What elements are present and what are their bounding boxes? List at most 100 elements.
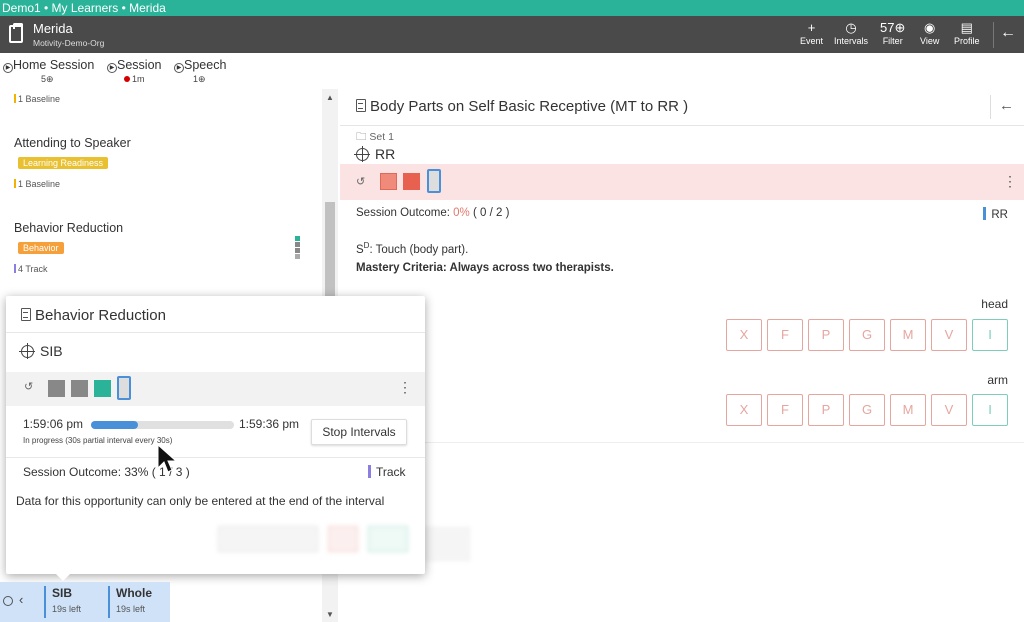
filter-button[interactable]: 57⊕ Filter xyxy=(880,20,905,46)
filter-count: 57 xyxy=(880,20,895,35)
baseline-tag: 1 Baseline xyxy=(14,179,60,189)
phone-icon[interactable] xyxy=(427,169,441,193)
prompt-button-head-f[interactable]: F xyxy=(767,319,803,351)
trial-square[interactable] xyxy=(380,173,397,190)
popup-target: SIB xyxy=(19,343,63,359)
more-options-icon[interactable]: ⋮ xyxy=(398,379,412,396)
popup-history-bar: ↺ ⋮ xyxy=(6,372,425,406)
goal-behavior-reduction[interactable]: Behavior Reduction xyxy=(14,221,123,235)
trial-square[interactable] xyxy=(94,380,111,397)
window-title: Demo1 • My Learners • Merida xyxy=(0,0,1024,16)
document-icon xyxy=(21,308,31,321)
prompt-button-arm-i[interactable]: I xyxy=(972,394,1008,426)
back-arrow-icon[interactable]: ← xyxy=(999,97,1014,114)
tab-home-session[interactable]: ▶ Home Session 5⊕ xyxy=(3,58,94,84)
prompt-button-head-m[interactable]: M xyxy=(890,319,926,351)
scroll-up-icon[interactable]: ▲ xyxy=(326,93,334,102)
mini-data-bar xyxy=(295,236,300,260)
eye-icon: ◉ xyxy=(924,20,936,35)
blurred-button xyxy=(328,526,358,552)
prompt-button-arm-f[interactable]: F xyxy=(767,394,803,426)
prompt-button-arm-x[interactable]: X xyxy=(726,394,762,426)
interval-status: In progress (30s partial interval every … xyxy=(23,436,173,445)
timer-icon: ◷ xyxy=(845,20,857,35)
tab-session[interactable]: ▶ Session 1m xyxy=(107,58,161,84)
prompt-button-head-v[interactable]: V xyxy=(931,319,967,351)
discriminative-stimulus: SD: Touch (body part). xyxy=(356,241,469,256)
history-icon[interactable]: ↺ xyxy=(356,175,365,188)
document-icon xyxy=(356,99,366,112)
clock-icon[interactable] xyxy=(3,596,13,606)
session-tabs: ▶ Home Session 5⊕ ▶ Session 1m ▶ Speech 1⊕ xyxy=(0,53,1024,89)
track-tag: 4 Track xyxy=(14,264,48,274)
category-chip: Learning Readiness xyxy=(18,157,109,169)
play-icon: ▶ xyxy=(107,63,117,73)
blurred-button xyxy=(218,526,318,552)
trial-square[interactable] xyxy=(403,173,420,190)
history-icon[interactable]: ↺ xyxy=(24,380,33,393)
app-header: Merida Motivity-Demo-Org + Event ◷ Inter… xyxy=(0,16,1024,53)
baseline-tag: 1 Baseline xyxy=(14,94,60,104)
trial-history-bar: ↺ ⋮ xyxy=(340,164,1024,200)
set-label: 🗀 Set 1 xyxy=(356,131,394,143)
clipboard-icon[interactable] xyxy=(9,23,23,43)
prompt-button-arm-m[interactable]: M xyxy=(890,394,926,426)
popup-phase-label: Track xyxy=(368,465,406,479)
scroll-thumb[interactable] xyxy=(325,202,335,302)
prompt-button-head-g[interactable]: G xyxy=(849,319,885,351)
stop-intervals-button[interactable]: Stop Intervals xyxy=(311,419,407,445)
play-icon: ▶ xyxy=(3,63,13,73)
trial-square[interactable] xyxy=(71,380,88,397)
play-icon: ▶ xyxy=(174,63,184,73)
category-chip: Behavior xyxy=(18,242,64,254)
interval-tab-whole[interactable]: Whole 19s left xyxy=(108,586,152,618)
popup-note: Data for this opportunity can only be en… xyxy=(16,494,385,508)
mastery-criteria: Mastery Criteria: Always across two ther… xyxy=(356,262,614,274)
target-name: RR xyxy=(354,146,395,162)
intervals-button[interactable]: ◷ Intervals xyxy=(834,20,868,46)
phase-label: RR xyxy=(983,207,1008,221)
interval-tab-sib[interactable]: SIB 19s left xyxy=(44,586,81,618)
back-arrow-icon[interactable]: ← xyxy=(1000,24,1016,42)
interval-start-time: 1:59:06 pm xyxy=(23,417,84,431)
goal-attending-to-speaker[interactable]: Attending to Speaker xyxy=(14,136,131,150)
profile-button[interactable]: ▤ Profile xyxy=(954,20,980,46)
target-icon: ⊕ xyxy=(198,74,206,84)
target-icon: ⊕ xyxy=(894,20,906,35)
view-button[interactable]: ◉ View xyxy=(920,20,939,46)
mouse-cursor-icon xyxy=(157,444,178,473)
org-name: Motivity-Demo-Org xyxy=(33,38,105,48)
learner-name: Merida xyxy=(33,21,73,36)
prompt-button-head-p[interactable]: P xyxy=(808,319,844,351)
prompt-button-arm-v[interactable]: V xyxy=(931,394,967,426)
divider xyxy=(993,22,994,48)
more-options-icon[interactable]: ⋮ xyxy=(1003,173,1017,190)
chevron-left-icon[interactable]: ‹ xyxy=(19,592,23,607)
plus-icon: + xyxy=(807,20,816,35)
phone-icon[interactable] xyxy=(117,376,131,400)
folder-icon: 🗀 xyxy=(356,131,367,143)
prompt-button-arm-g[interactable]: G xyxy=(849,394,885,426)
trial-label-arm: arm xyxy=(987,373,1008,387)
behavior-popup: Behavior Reduction SIB ↺ ⋮ 1:59:06 pm 1:… xyxy=(6,296,425,581)
interval-progress-fill xyxy=(91,421,139,429)
trial-label-head: head xyxy=(981,297,1008,311)
interval-progress-bar xyxy=(91,421,234,429)
crosshair-icon xyxy=(19,343,35,359)
blurred-button xyxy=(368,526,408,552)
prompt-button-arm-p[interactable]: P xyxy=(808,394,844,426)
popup-title: Behavior Reduction xyxy=(21,307,166,324)
prompt-button-head-i[interactable]: I xyxy=(972,319,1008,351)
target-icon: ⊕ xyxy=(46,74,54,84)
scroll-down-icon[interactable]: ▼ xyxy=(326,610,334,619)
crosshair-icon xyxy=(354,146,370,162)
session-outcome: Session Outcome: 0% ( 0 / 2 ) xyxy=(356,207,510,219)
interval-end-time: 1:59:36 pm xyxy=(239,417,300,431)
program-panel: Body Parts on Self Basic Receptive (MT t… xyxy=(210,89,1024,622)
program-title: Body Parts on Self Basic Receptive (MT t… xyxy=(356,98,688,115)
tab-speech[interactable]: ▶ Speech 1⊕ xyxy=(174,58,226,84)
active-interval-tabs: ‹ SIB 19s left Whole 19s left xyxy=(0,582,170,622)
event-button[interactable]: + Event xyxy=(800,20,823,46)
prompt-button-head-x[interactable]: X xyxy=(726,319,762,351)
trial-square[interactable] xyxy=(48,380,65,397)
